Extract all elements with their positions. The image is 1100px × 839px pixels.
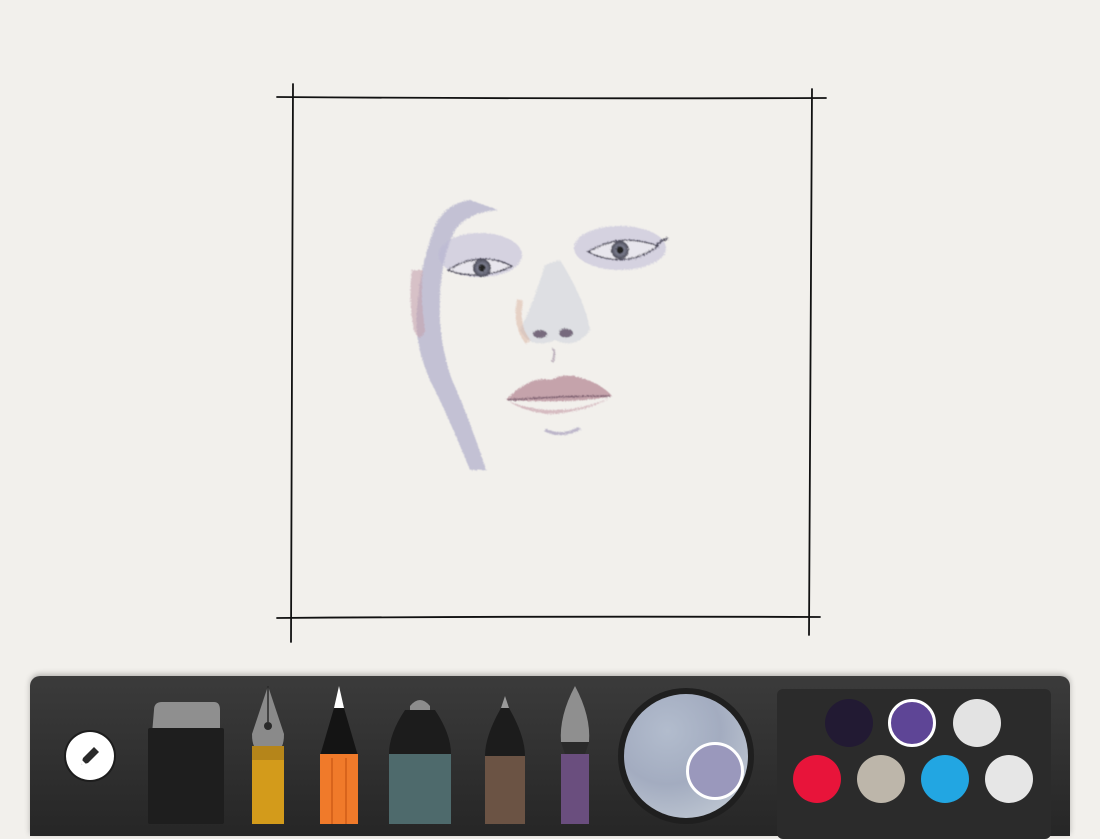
sketch-frame	[276, 83, 827, 643]
palette-color-4[interactable]	[793, 755, 841, 803]
current-color-swatch[interactable]	[686, 742, 744, 800]
pencil-tool[interactable]	[318, 686, 360, 824]
pencil-icon	[81, 747, 99, 765]
color-palette	[777, 689, 1051, 839]
palette-color-1[interactable]	[825, 699, 873, 747]
palette-color-7[interactable]	[985, 755, 1033, 803]
marker-icon	[389, 700, 451, 824]
marker-tool[interactable]	[385, 694, 455, 824]
pencil-tool-icon	[320, 686, 358, 824]
face-sketch	[410, 200, 669, 470]
brush-icon	[560, 686, 590, 824]
fountain-pen-icon	[252, 686, 284, 824]
eraser-icon	[148, 702, 224, 824]
palette-color-3[interactable]	[953, 699, 1001, 747]
brush-tool[interactable]	[555, 686, 595, 824]
palette-color-6[interactable]	[921, 755, 969, 803]
palette-color-5[interactable]	[857, 755, 905, 803]
fineliner-icon	[485, 696, 525, 824]
fountain-pen-tool[interactable]	[248, 686, 288, 824]
palette-color-2[interactable]	[888, 699, 936, 747]
eraser-tool[interactable]	[148, 700, 224, 824]
toolbar	[30, 676, 1070, 839]
fineliner-tool[interactable]	[483, 696, 527, 824]
drawing-canvas[interactable]	[0, 0, 1100, 670]
color-mixer[interactable]	[618, 688, 754, 824]
menu-button[interactable]	[66, 732, 114, 780]
sketch-artwork	[276, 83, 827, 643]
